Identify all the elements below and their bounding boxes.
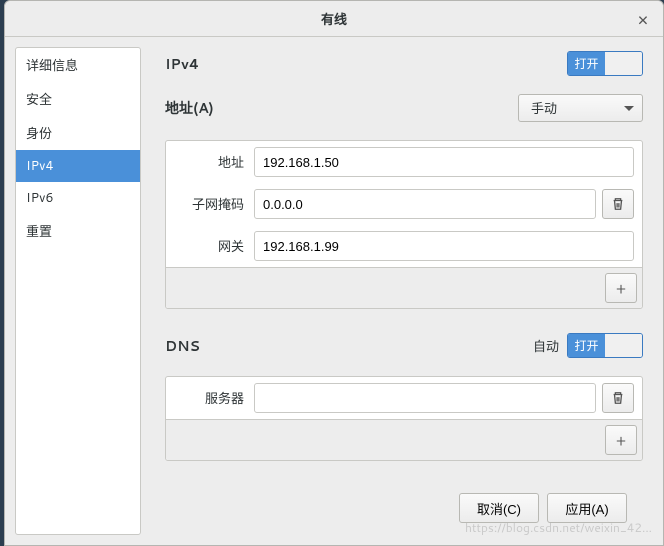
dns-card: 服务器 + <box>165 376 643 461</box>
dns-server-label: 服务器 <box>174 388 254 408</box>
add-icon: + <box>616 278 626 299</box>
sidebar-item-label: IPv4 <box>26 157 54 175</box>
dialog-buttonbar: 取消(C) 应用(A) <box>165 485 643 535</box>
chevron-down-icon <box>624 106 634 111</box>
netmask-input[interactable] <box>254 189 596 219</box>
delete-address-button[interactable] <box>602 189 634 219</box>
sidebar-item-reset[interactable]: 重置 <box>16 214 140 248</box>
address-mode-combo[interactable]: 手动 <box>518 94 643 122</box>
dns-heading: DNS <box>165 336 200 356</box>
sidebar-item-label: 详细信息 <box>26 57 78 75</box>
dns-server-input[interactable] <box>254 383 596 413</box>
address-label: 地址 <box>174 152 254 172</box>
dialog-title: 有线 <box>321 9 347 29</box>
cancel-button[interactable]: 取消(C) <box>459 493 539 523</box>
sidebar-item-ipv4[interactable]: IPv4 <box>16 150 140 182</box>
network-settings-dialog: 有线 × 详细信息 安全 身份 IPv4 IPv6 重置 IPv4 打开 地址(… <box>4 0 664 546</box>
sidebar-item-label: 身份 <box>26 125 52 143</box>
delete-dns-button[interactable] <box>602 383 634 413</box>
sidebar-item-label: 重置 <box>26 223 52 241</box>
toggle-on-label: 打开 <box>568 52 605 75</box>
sidebar-item-details[interactable]: 详细信息 <box>16 48 140 82</box>
trash-icon <box>611 197 625 211</box>
sidebar-item-identity[interactable]: 身份 <box>16 116 140 150</box>
toggle-off-slot <box>605 52 642 75</box>
trash-icon <box>611 391 625 405</box>
addresses-heading: 地址(A) <box>165 98 214 118</box>
dns-auto-label: 自动 <box>533 336 559 356</box>
add-icon: + <box>616 430 626 451</box>
ipv4-toggle[interactable]: 打开 <box>567 51 643 76</box>
titlebar: 有线 × <box>5 1 663 37</box>
add-address-button[interactable]: + <box>605 273 637 303</box>
content-pane: IPv4 打开 地址(A) 手动 地址 <box>141 37 663 545</box>
sidebar: 详细信息 安全 身份 IPv4 IPv6 重置 <box>15 47 141 535</box>
apply-button[interactable]: 应用(A) <box>547 493 627 523</box>
addresses-card: 地址 子网掩码 网关 + <box>165 140 643 309</box>
toggle-off-slot <box>605 334 642 357</box>
gateway-label: 网关 <box>174 236 254 256</box>
toggle-on-label: 打开 <box>568 334 605 357</box>
sidebar-item-security[interactable]: 安全 <box>16 82 140 116</box>
add-dns-button[interactable]: + <box>605 425 637 455</box>
ipv4-heading: IPv4 <box>165 54 199 74</box>
netmask-label: 子网掩码 <box>174 194 254 214</box>
dns-auto-toggle[interactable]: 打开 <box>567 333 643 358</box>
sidebar-item-label: 安全 <box>26 91 52 109</box>
gateway-input[interactable] <box>254 231 634 261</box>
combo-value: 手动 <box>531 98 557 118</box>
sidebar-item-label: IPv6 <box>26 189 54 207</box>
address-input[interactable] <box>254 147 634 177</box>
close-icon[interactable]: × <box>633 9 653 29</box>
sidebar-item-ipv6[interactable]: IPv6 <box>16 182 140 214</box>
